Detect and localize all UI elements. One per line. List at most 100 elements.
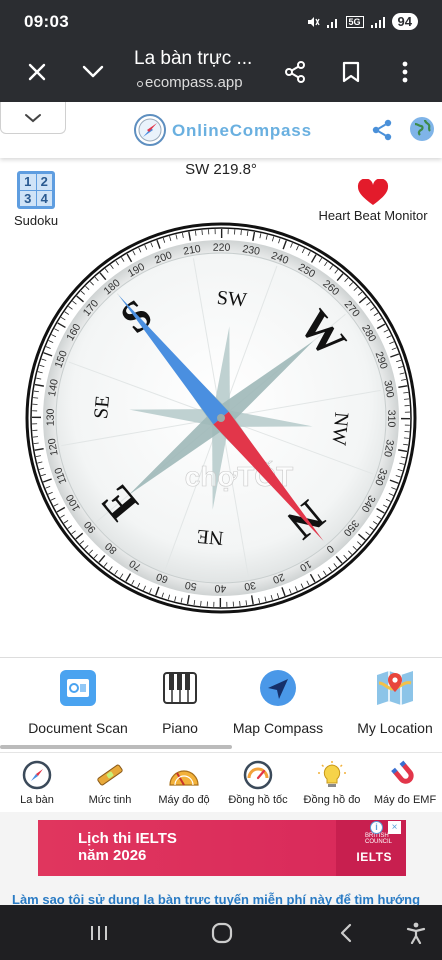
compass-tick [33, 397, 39, 399]
globe-icon[interactable] [409, 116, 435, 142]
lux-meter-icon [316, 759, 348, 791]
apps-row: Document Scan Piano Map Compass My Locat… [0, 657, 442, 747]
document-scan-app[interactable]: Document Scan [24, 668, 132, 736]
ad-area: Lịch thi IELTS năm 2026 BRITISH COUNCIL … [0, 812, 442, 907]
document-scan-icon [58, 668, 98, 708]
home-icon[interactable] [207, 919, 237, 947]
heading-readout: SW 219.8° [185, 161, 257, 178]
share-icon[interactable] [280, 57, 310, 87]
compass-tick [200, 600, 202, 606]
chevron-down-icon [25, 113, 41, 122]
tool-lux-meter-label: Đồng hồ đo [303, 794, 361, 806]
speedometer-icon [242, 759, 274, 791]
recent-apps-icon[interactable] [84, 919, 114, 947]
my-location-app[interactable]: My Location [350, 668, 440, 736]
compass-dial[interactable]: 0 10 20 30 40 50 60 70 80 90 100 110 120 130 140 150 160… [24, 221, 418, 615]
ad-brand-small-2: COUNCIL [364, 839, 392, 845]
ad-brand-council: BRITISH COUNCIL [365, 833, 392, 845]
heart-icon [357, 179, 389, 205]
map-compass-app[interactable]: Map Compass [228, 668, 328, 736]
compass-cardinal-nw: NW [327, 411, 352, 446]
site-name[interactable]: OnlineCompass [172, 121, 312, 141]
tool-emf-meter-label: Máy đo EMF [373, 794, 437, 806]
page-url-text: ecompass.app [145, 74, 243, 91]
sudoku-digit: 3 [20, 190, 36, 206]
sudoku-icon: 1 2 3 4 [17, 171, 55, 209]
sudoku-link[interactable]: 1 2 3 4 Sudoku [8, 171, 64, 228]
tool-compass-label: La bàn [20, 794, 54, 806]
compass-tick [404, 398, 410, 400]
compass-svg: 0102030405060708090100110120130140150160… [25, 222, 417, 614]
piano-label: Piano [162, 720, 198, 736]
heart-beat-monitor-link[interactable]: Heart Beat Monitor [308, 179, 438, 223]
compass-tick [239, 601, 241, 607]
ad-info-icon[interactable]: i [370, 821, 383, 834]
collapse-menu-button[interactable] [0, 102, 66, 134]
compass-tick [403, 437, 409, 439]
system-nav-bar [0, 905, 442, 960]
compass-icon [21, 759, 53, 791]
close-icon[interactable] [22, 57, 52, 87]
status-bar: 09:03 5G 94 [0, 0, 442, 44]
ad-brand: IELTS [356, 850, 392, 864]
ad-title-line1: Lịch thi IELTS [78, 830, 177, 847]
protractor-icon [168, 759, 200, 791]
tool-speedometer-label: Đồng hồ tốc [228, 794, 288, 806]
tool-lux-meter[interactable]: Đồng hồ đo [300, 759, 364, 806]
compass-degree-label: 220 [213, 242, 231, 254]
compass-cardinal-sw: SW [216, 287, 248, 312]
compass-cardinal-se: SE [90, 395, 114, 420]
ad-close-icon[interactable]: × [388, 821, 401, 834]
apps-row-scroll-indicator[interactable] [0, 745, 232, 749]
back-icon[interactable] [331, 919, 361, 947]
ad-banner[interactable]: Lịch thi IELTS năm 2026 BRITISH COUNCIL … [38, 820, 406, 876]
page-title: La bàn trực ... [134, 48, 253, 69]
compass-degree-label: 40 [214, 582, 226, 594]
compass-tick [201, 229, 203, 235]
tools-row: La bàn Mức tinh Máy đo độ Đồng hồ tốc Đồ… [0, 752, 442, 812]
my-location-label: My Location [357, 720, 433, 736]
compass-cardinal-ne: NE [196, 525, 225, 549]
tool-protractor-label: Máy đo độ [158, 794, 210, 806]
compass-degree-label: 50 [184, 579, 198, 593]
piano-icon [160, 668, 200, 708]
my-location-icon [375, 668, 415, 708]
site-header: OnlineCompass [0, 102, 442, 158]
document-scan-label: Document Scan [28, 720, 128, 736]
magnet-icon [389, 759, 421, 791]
compass-degree-label: 30 [243, 579, 257, 593]
tool-protractor[interactable]: Máy đo độ [154, 759, 214, 806]
signal-bars-icon [370, 16, 385, 28]
sudoku-digit: 4 [36, 190, 52, 206]
tool-emf-meter[interactable]: Máy đo EMF [370, 759, 440, 806]
level-icon [94, 759, 126, 791]
ad-title: Lịch thi IELTS năm 2026 [78, 830, 177, 864]
tool-compass[interactable]: La bàn [16, 759, 58, 806]
sudoku-digit: 1 [20, 174, 36, 190]
accessibility-icon[interactable] [401, 919, 431, 947]
signal-icon [326, 18, 337, 28]
more-options-icon[interactable] [390, 57, 420, 87]
piano-app[interactable]: Piano [152, 668, 208, 736]
chevron-down-icon[interactable] [78, 57, 108, 87]
mute-icon [307, 16, 320, 27]
needle-pivot [217, 414, 225, 422]
map-compass-icon [258, 668, 298, 708]
status-time: 09:03 [24, 12, 69, 31]
bookmark-icon[interactable] [336, 57, 366, 87]
ad-title-line2: năm 2026 [78, 847, 147, 864]
map-compass-label: Map Compass [232, 720, 324, 736]
network-type-badge: 5G [345, 15, 364, 28]
page-url: ecompass.app [137, 74, 243, 91]
status-icons: 5G 94 [306, 13, 418, 30]
compass-degree-label: 130 [45, 408, 57, 426]
share-icon[interactable] [370, 118, 394, 142]
tool-speedometer[interactable]: Đồng hồ tốc [224, 759, 292, 806]
compass-degree-label: 310 [385, 410, 397, 428]
tool-level-label: Mức tinh [88, 794, 132, 806]
compass-logo-icon[interactable] [134, 114, 166, 146]
tool-level[interactable]: Mức tinh [84, 759, 136, 806]
sudoku-digit: 2 [36, 174, 52, 190]
compass-tick [32, 436, 38, 438]
compass-tick [240, 230, 242, 236]
